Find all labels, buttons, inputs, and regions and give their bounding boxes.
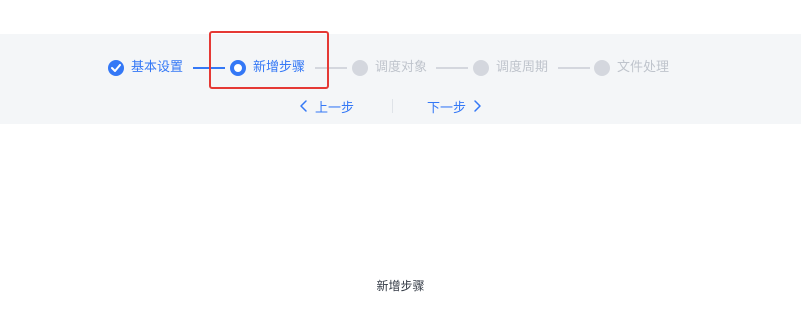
current-step-icon: [230, 60, 246, 76]
step-connector: [193, 67, 225, 69]
steps-bar: 基本设置 新增步骤 调度对象 调度周期 文件处理: [0, 34, 801, 84]
prev-step-label: 上一步: [315, 100, 355, 116]
pending-step-icon: [473, 60, 489, 76]
step-navigation: 上一步 下一步: [0, 96, 801, 116]
step-schedule-object[interactable]: 调度对象: [352, 59, 427, 77]
check-circle-icon: [108, 60, 124, 76]
step-label: 基本设置: [131, 60, 184, 75]
step-schedule-period[interactable]: 调度周期: [473, 59, 548, 77]
next-step-button[interactable]: 下一步: [427, 96, 483, 116]
step-add-step[interactable]: 新增步骤: [230, 59, 305, 77]
step-label: 新增步骤: [253, 60, 306, 75]
step-file-processing[interactable]: 文件处理: [594, 59, 669, 77]
next-step-label: 下一步: [427, 100, 467, 116]
step-label: 调度对象: [375, 60, 428, 75]
step-content-title: 新增步骤: [376, 279, 425, 293]
step-label: 文件处理: [617, 60, 670, 75]
chevron-right-icon: [471, 99, 483, 113]
step-connector: [315, 67, 347, 69]
page: 基本设置 新增步骤 调度对象 调度周期 文件处理 上一步 下一步 新增步骤: [0, 0, 801, 325]
prev-step-button[interactable]: 上一步: [298, 96, 354, 116]
pending-step-icon: [352, 60, 368, 76]
step-connector: [558, 67, 590, 69]
step-basic-settings[interactable]: 基本设置: [108, 59, 183, 77]
nav-divider: [392, 99, 393, 113]
chevron-left-icon: [298, 99, 310, 113]
pending-step-icon: [594, 60, 610, 76]
step-connector: [436, 67, 468, 69]
stepper-panel: 基本设置 新增步骤 调度对象 调度周期 文件处理 上一步 下一步: [0, 34, 801, 124]
step-label: 调度周期: [496, 60, 549, 75]
